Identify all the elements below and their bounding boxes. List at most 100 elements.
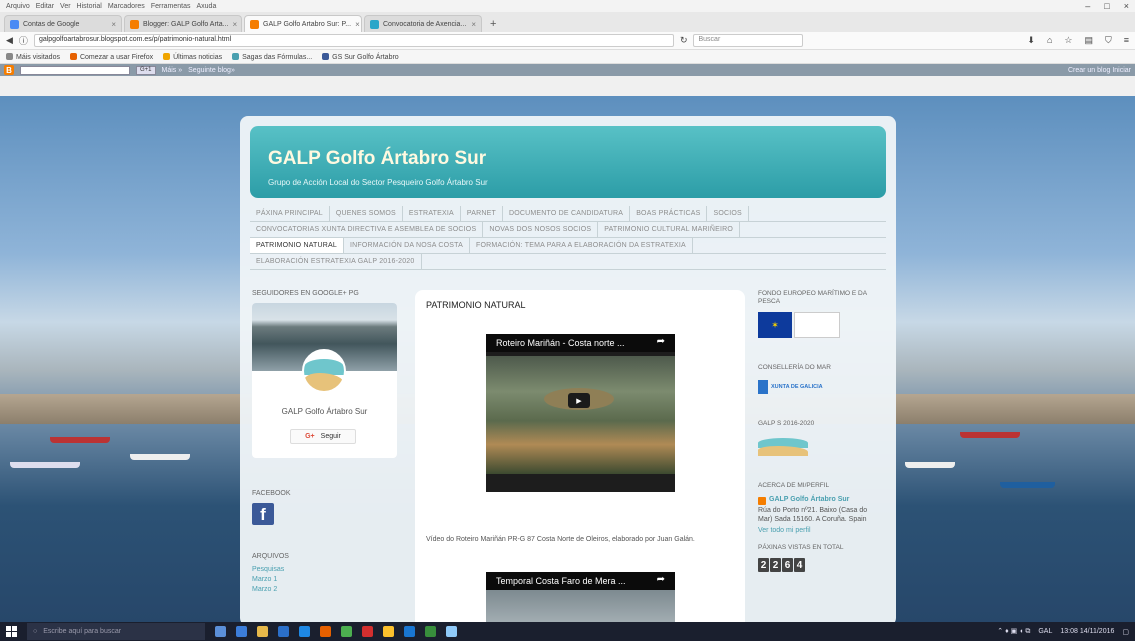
page-link[interactable]: ELABORACIÓN ESTRATEXIA GALP 2016-2020 (250, 254, 422, 269)
close-tab-icon[interactable]: × (232, 20, 237, 29)
next-blog-link[interactable]: Seguinte blog» (188, 67, 235, 74)
star-icon[interactable]: ☆ (1064, 35, 1072, 46)
page-link[interactable]: DOCUMENTO DE CANDIDATURA (503, 206, 631, 221)
folder-icon[interactable] (383, 626, 394, 637)
page-link[interactable]: CONVOCATORIAS XUNTA DIRECTIVA E ASEMBLEA… (250, 222, 484, 237)
blog-container: GALP Golfo Ártabro Sur Grupo de Acción L… (240, 116, 896, 622)
info-icon[interactable]: ⓘ (19, 34, 28, 47)
browser-tab[interactable]: Contas de Google × (4, 15, 122, 32)
browser-tab-active[interactable]: GALP Golfo Artabro Sur: P... × (244, 15, 362, 32)
page-link[interactable]: ESTRATEXIA (403, 206, 461, 221)
bookmark-item[interactable]: Últimas noticias (163, 52, 223, 61)
boat-decoration (905, 462, 955, 468)
archive-link[interactable]: Pesquisas (252, 566, 402, 573)
word-icon[interactable] (404, 626, 415, 637)
url-bar[interactable]: galpgolfoartabrosur.blogspot.com.es/p/pa… (33, 34, 674, 47)
menu-item[interactable]: Editar (36, 3, 54, 10)
menu-item[interactable]: Ver (60, 3, 71, 10)
window-controls: – □ × (1085, 1, 1129, 11)
bookmark-item[interactable]: GS Sur Golfo Ártabro (322, 52, 399, 61)
app-icon[interactable] (446, 626, 457, 637)
bookmark-label: Últimas noticias (173, 53, 223, 61)
create-blog-links[interactable]: Crear un blog Iniciar (1068, 67, 1131, 74)
galp-logo[interactable] (758, 434, 824, 462)
back-arrow-icon[interactable]: ◀ (6, 35, 13, 46)
task-view-icon[interactable] (215, 626, 226, 637)
menu-item[interactable]: Marcadores (108, 3, 145, 10)
page-link[interactable]: FORMACIÓN: TEMA PARA A ELABORACIÓN DA ES… (470, 238, 693, 253)
close-tab-icon[interactable]: × (355, 20, 360, 29)
store-icon[interactable] (278, 626, 289, 637)
download-icon[interactable]: ⬇ (1027, 35, 1035, 46)
about-profile[interactable]: GALP Golfo Ártabro Sur (758, 496, 882, 505)
video-title[interactable]: Temporal Costa Faro de Mera ... (496, 576, 626, 586)
youtube-video[interactable]: Temporal Costa Faro de Mera ... ➦ (486, 572, 675, 622)
view-profile-link[interactable]: Ver todo mi perfil (758, 527, 882, 534)
page-link[interactable]: INFORMACIÓN DA NOSA COSTA (344, 238, 470, 253)
new-tab-button[interactable]: + (484, 18, 502, 32)
pocket-icon[interactable]: ⛉ (1105, 35, 1112, 46)
blogger-logo-icon[interactable]: B (4, 65, 14, 75)
eu-logo[interactable]: ✶ (758, 312, 840, 340)
share-icon[interactable]: ➦ (657, 574, 665, 585)
close-window-button[interactable]: × (1124, 1, 1129, 11)
archive-link[interactable]: Marzo 1 (252, 576, 402, 583)
library-icon[interactable]: ▤ (1084, 35, 1093, 46)
blog-title[interactable]: GALP Golfo Ártabro Sur (268, 148, 486, 170)
page-link[interactable]: PATRIMONIO CULTURAL MARIÑEIRO (598, 222, 741, 237)
page-link[interactable]: SOCIOS (707, 206, 749, 221)
play-icon[interactable]: ▶ (568, 393, 590, 408)
xunta-logo[interactable]: XUNTA DE GALICIA (758, 378, 828, 396)
menu-item[interactable]: Historial (77, 3, 102, 10)
blogger-search-input[interactable] (20, 65, 130, 75)
close-tab-icon[interactable]: × (111, 20, 116, 29)
reload-icon[interactable]: ↻ (680, 35, 688, 46)
share-icon[interactable]: ➦ (657, 336, 665, 347)
youtube-video[interactable]: ▶ Roteiro Mariñán - Costa norte ... ➦ (486, 334, 675, 492)
edge-icon[interactable] (236, 626, 247, 637)
page-link[interactable]: BOAS PRÁCTICAS (630, 206, 708, 221)
clock[interactable]: 13:08 14/11/2016 (1060, 628, 1114, 635)
search-input[interactable]: Buscar (693, 34, 804, 47)
page-link[interactable]: PÁXINA PRINCIPAL (250, 206, 330, 221)
facebook-icon[interactable]: f (252, 503, 274, 525)
maximize-button[interactable]: □ (1104, 1, 1109, 11)
browser-tab[interactable]: Blogger: GALP Golfo Arta... × (124, 15, 242, 32)
galp-avatar[interactable] (302, 349, 346, 393)
page-link[interactable]: QUENES SOMOS (330, 206, 403, 221)
menu-item[interactable]: Ferramentas (151, 3, 191, 10)
menu-item[interactable]: Arquivo (6, 3, 30, 10)
bookmark-item[interactable]: Máis visitados (6, 52, 60, 61)
file-explorer-icon[interactable] (257, 626, 268, 637)
menu-item[interactable]: Axuda (197, 3, 217, 10)
xunta-text: XUNTA DE GALICIA (771, 383, 823, 390)
bookmark-item[interactable]: Comezar a usar Firefox (69, 52, 153, 61)
tray-icons[interactable]: ⌃ ♦ ▣ ◖ ⧉ (997, 627, 1030, 636)
close-tab-icon[interactable]: × (471, 20, 476, 29)
pdf-icon[interactable] (362, 626, 373, 637)
bookmark-item[interactable]: Sagas das Fórmulas... (232, 52, 312, 61)
taskbar-search[interactable]: ○ Escribe aquí para buscar (27, 623, 205, 640)
video-title-bar: Roteiro Mariñán - Costa norte ... ➦ (486, 334, 675, 352)
home-icon[interactable]: ⌂ (1047, 35, 1052, 46)
page-link[interactable]: PARNET (461, 206, 503, 221)
keyboard-language[interactable]: GAL (1038, 628, 1052, 635)
minimize-button[interactable]: – (1085, 1, 1090, 11)
browser-menubar: Arquivo Editar Ver Historial Marcadores … (0, 0, 1135, 12)
archive-link[interactable]: Marzo 2 (252, 586, 402, 593)
gplus-profile-name[interactable]: GALP Golfo Ártabro Sur (252, 407, 397, 416)
menu-icon[interactable]: ≡ (1124, 35, 1129, 46)
page-link-active[interactable]: PATRIMONIO NATURAL (250, 238, 344, 253)
page-link[interactable]: NOVAS DOS NOSOS SOCIOS (483, 222, 599, 237)
browser-tab[interactable]: Convocatoria de Axencia... × (364, 15, 482, 32)
video-title[interactable]: Roteiro Mariñán - Costa norte ... (496, 338, 625, 348)
mail-icon[interactable] (299, 626, 310, 637)
notifications-icon[interactable]: ▢ (1122, 628, 1129, 636)
more-link[interactable]: Máis » (162, 67, 183, 74)
follow-button[interactable]: G+ Seguir (290, 429, 356, 444)
firefox-icon[interactable] (320, 626, 331, 637)
windows-start-icon[interactable] (6, 626, 17, 637)
gplus-button[interactable]: G+1 (136, 65, 156, 75)
app-icon[interactable] (341, 626, 352, 637)
excel-icon[interactable] (425, 626, 436, 637)
